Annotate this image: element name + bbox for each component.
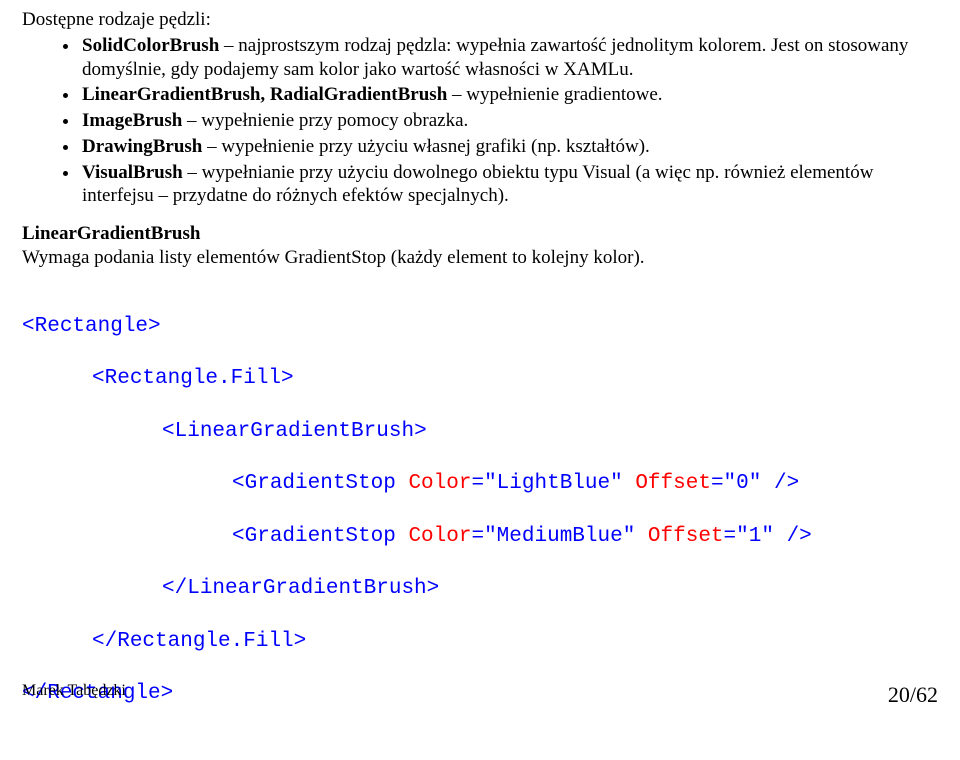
bullet-rest: – wypełnianie przy użyciu dowolnego obie… <box>82 162 873 207</box>
section-block: LinearGradientBrush Wymaga podania listy… <box>22 222 938 270</box>
list-item: LinearGradientBrush, RadialGradientBrush… <box>80 83 938 107</box>
code-val: "MediumBlue" <box>484 525 635 548</box>
bullet-bold: ImageBrush <box>82 110 182 131</box>
code-tag: GradientStop <box>245 525 396 548</box>
code-val: "LightBlue" <box>484 472 623 495</box>
bullet-list: SolidColorBrush – najprostszym rodzaj pę… <box>22 34 938 208</box>
bullet-rest: – wypełnienie gradientowe. <box>447 84 662 105</box>
code-tag: LinearGradientBrush <box>175 420 414 443</box>
code-attr: Offset <box>648 525 724 548</box>
bullet-bold: LinearGradientBrush, RadialGradientBrush <box>82 84 447 105</box>
bullet-bold: DrawingBrush <box>82 136 202 157</box>
code-tag: Rectangle.Fill <box>117 630 293 653</box>
footer-page-number: 20/62 <box>888 681 938 709</box>
page-footer: Marek Tabędzki 20/62 <box>22 681 938 709</box>
bullet-bold: SolidColorBrush <box>82 35 219 56</box>
code-attr: Offset <box>635 472 711 495</box>
code-val: "1" <box>736 525 774 548</box>
list-item: ImageBrush – wypełnienie przy pomocy obr… <box>80 109 938 133</box>
code-attr: Color <box>408 472 471 495</box>
code-tag: Rectangle.Fill <box>105 367 281 390</box>
footer-author: Marek Tabędzki <box>22 681 126 709</box>
list-item: SolidColorBrush – najprostszym rodzaj pę… <box>80 34 938 82</box>
code-tag: Rectangle <box>35 315 148 338</box>
code-tag: GradientStop <box>245 472 396 495</box>
bullet-bold: VisualBrush <box>82 162 183 183</box>
list-item: VisualBrush – wypełnianie przy użyciu do… <box>80 161 938 209</box>
bullet-rest: – wypełnienie przy użyciu własnej grafik… <box>202 136 649 157</box>
code-val: "0" <box>724 472 762 495</box>
section-heading: LinearGradientBrush <box>22 223 200 244</box>
code-attr: Color <box>408 525 471 548</box>
list-item: DrawingBrush – wypełnienie przy użyciu w… <box>80 135 938 159</box>
bullet-rest: – wypełnienie przy pomocy obrazka. <box>182 110 468 131</box>
section-text: Wymaga podania listy elementów GradientS… <box>22 247 645 268</box>
intro-text: Dostępne rodzaje pędzli: <box>22 8 938 32</box>
code-tag: LinearGradientBrush <box>187 577 426 600</box>
